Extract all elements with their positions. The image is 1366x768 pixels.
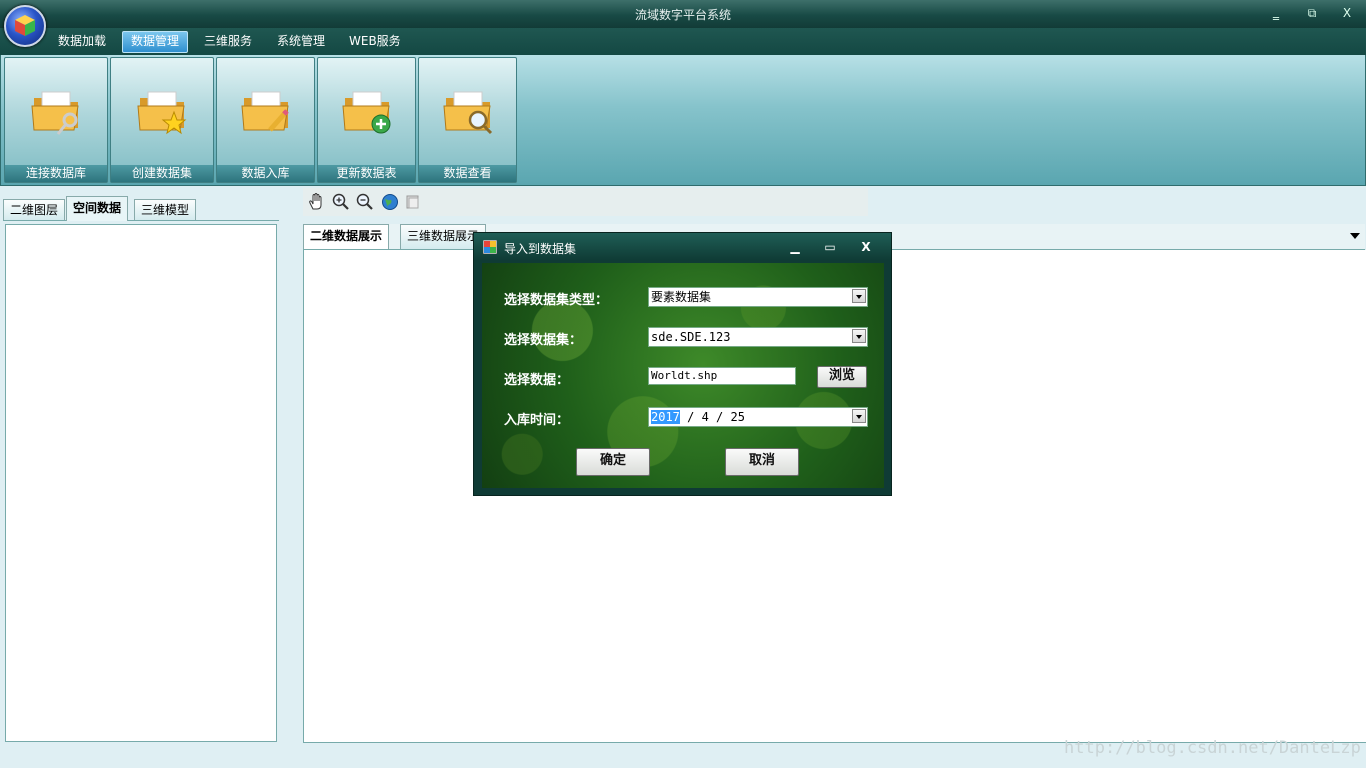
tab-list-dropdown-icon[interactable] [1349, 230, 1361, 242]
date-year: 2017 [651, 410, 680, 424]
dataset-label: 选择数据集： [504, 333, 583, 348]
menu-item-3d-service[interactable]: 三维服务 [196, 31, 260, 51]
create-dataset-label: 创建数据集 [111, 165, 213, 182]
tab-spatial-data[interactable]: 空间数据 [66, 196, 129, 221]
globe-icon[interactable] [380, 192, 400, 212]
chevron-down-icon[interactable] [852, 409, 866, 423]
dataset-type-value: 要素数据集 [651, 290, 712, 304]
date-month-day: / 4 / 25 [687, 410, 745, 424]
data-file-input[interactable]: Worldt.shp [648, 367, 796, 385]
menu-item-data-management[interactable]: 数据管理 [122, 31, 189, 53]
restore-button[interactable]: ⧉ [1302, 4, 1322, 22]
import-dataset-dialog: 导入到数据集 ▁ ▭ X 选择数据集类型： 要素数据集 选择数据集： sde.S… [473, 232, 892, 496]
minimize-button[interactable]: ‗ [1266, 4, 1286, 22]
connect-database-button[interactable]: 连接数据库 [4, 57, 108, 183]
layers-icon[interactable] [403, 192, 423, 212]
folder-star-icon [137, 91, 187, 135]
app-orb-button[interactable] [4, 5, 46, 47]
browse-button[interactable]: 浏览 [817, 366, 867, 388]
left-tab-strip: 二维图层 空间数据 三维模型 [3, 196, 279, 221]
close-button[interactable]: X [1337, 4, 1357, 22]
zoom-in-icon[interactable] [331, 192, 351, 212]
create-dataset-button[interactable]: 创建数据集 [110, 57, 214, 183]
dataset-type-select[interactable]: 要素数据集 [648, 287, 868, 307]
menu-item-web-service[interactable]: WEB服务 [341, 31, 409, 51]
data-view-button[interactable]: 数据查看 [418, 57, 517, 183]
menu-item-system-management[interactable]: 系统管理 [269, 31, 333, 51]
folder-pencil-icon [240, 91, 289, 132]
dataset-select[interactable]: sde.SDE.123 [648, 327, 868, 347]
cancel-button[interactable]: 取消 [725, 448, 799, 476]
tab-2d-data-display[interactable]: 二维数据展示 [303, 224, 390, 249]
pan-hand-icon[interactable] [307, 192, 327, 212]
dialog-minimize-button[interactable]: ▁ [787, 239, 803, 255]
app-title: 流域数字平台系统 [634, 8, 731, 22]
dataset-value: sde.SDE.123 [651, 330, 731, 344]
dialog-title-bar[interactable]: 导入到数据集 ▁ ▭ X [474, 233, 891, 260]
update-table-label: 更新数据表 [318, 165, 415, 182]
connect-database-label: 连接数据库 [5, 165, 107, 182]
ok-button[interactable]: 确定 [576, 448, 650, 476]
watermark: http://blog.csdn.net/DanteLzp [1064, 738, 1361, 758]
tab-2d-layers[interactable]: 二维图层 [3, 199, 66, 220]
import-date-picker[interactable]: 2017 / 4 / 25 [648, 407, 868, 427]
date-value: 2017 / 4 / 25 [651, 409, 745, 425]
dialog-title: 导入到数据集 [504, 242, 577, 256]
folder-add-icon [341, 91, 390, 134]
folder-search-icon [442, 91, 492, 135]
time-label: 入库时间： [504, 413, 570, 428]
dialog-app-icon [483, 240, 497, 254]
title-bar: 流域数字平台系统 ‗ ⧉ X [0, 0, 1366, 28]
data-label: 选择数据： [504, 373, 570, 388]
chevron-down-icon[interactable] [852, 329, 866, 343]
tab-3d-model[interactable]: 三维模型 [134, 199, 197, 220]
spatial-data-panel [5, 224, 277, 742]
data-import-button[interactable]: 数据入库 [216, 57, 315, 183]
menu-item-data-load[interactable]: 数据加载 [50, 31, 114, 51]
map-toolbar [303, 188, 868, 216]
menu-bar: 数据加载 数据管理 三维服务 系统管理 WEB服务 [0, 28, 1366, 55]
chevron-down-icon[interactable] [852, 289, 866, 303]
cube-logo-icon [15, 15, 35, 36]
ribbon-toolbar: 连接数据库 创建数据集 数据入库 更新数据表 数据查看 [0, 55, 1366, 186]
folder-key-icon [31, 91, 79, 135]
dialog-body: 选择数据集类型： 要素数据集 选择数据集： sde.SDE.123 选择数据： … [482, 263, 884, 488]
dialog-maximize-button[interactable]: ▭ [822, 239, 838, 255]
update-table-button[interactable]: 更新数据表 [317, 57, 416, 183]
dataset-type-label: 选择数据集类型： [504, 293, 609, 308]
data-import-label: 数据入库 [217, 165, 314, 182]
dialog-close-button[interactable]: X [858, 239, 874, 255]
data-view-label: 数据查看 [419, 165, 516, 182]
zoom-out-icon[interactable] [355, 192, 375, 212]
